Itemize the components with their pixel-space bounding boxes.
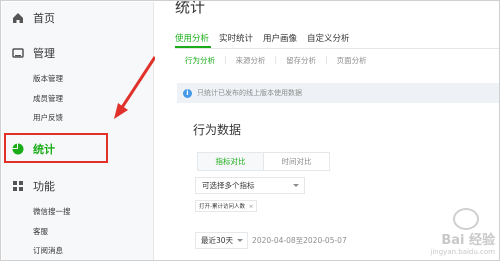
tab-custom-analysis[interactable]: 自定义分析 <box>307 32 350 44</box>
metric-select-placeholder: 可选择多个指标 <box>202 181 255 190</box>
sidebar-item-subscribe[interactable]: 订阅消息 <box>33 245 63 256</box>
subtab-source[interactable]: 来源分析 <box>236 55 275 66</box>
watermark-url: jingyan.baidu.com <box>430 248 495 256</box>
red-arrow-icon <box>114 56 157 119</box>
panel-title: 行为数据 <box>193 123 242 137</box>
chevron-down-icon <box>237 239 244 242</box>
home-icon <box>11 11 25 25</box>
main-content: 统计 使用分析 实时统计 用户画像 自定义分析 行为分析 | 来源分析 | 留存… <box>155 0 499 260</box>
compare-segment: 指标对比 时间对比 <box>197 152 330 171</box>
top-tabs: 使用分析 实时统计 用户画像 自定义分析 <box>175 32 360 44</box>
subtab-separator: | <box>274 55 278 64</box>
chevron-down-icon <box>293 184 299 187</box>
watermark-logo: Bai 经验 <box>441 233 495 248</box>
info-icon: i <box>183 88 192 98</box>
sub-tabs: 行为分析 | 来源分析 | 留存分析 | 页面分析 <box>185 55 376 66</box>
date-range-select-label: 最近30天 <box>201 236 234 245</box>
date-range-select[interactable]: 最近30天 <box>195 232 249 249</box>
metric-select[interactable]: 可选择多个指标 <box>195 177 305 194</box>
subtab-behavior[interactable]: 行为分析 <box>185 55 224 66</box>
notice-bar: i 只统计已发布的线上版本使用数据 <box>177 83 499 103</box>
sidebar-item-features-label: 功能 <box>33 180 55 193</box>
sidebar-item-home-label: 首页 <box>33 12 55 25</box>
metric-chip: 打开-累计访问人数 × <box>195 200 258 212</box>
watermark-bubble-icon <box>453 208 479 230</box>
tabs-divider <box>175 48 499 49</box>
metric-chip-label: 打开-累计访问人数 <box>199 204 245 210</box>
highlight-box <box>4 133 108 163</box>
notice-text: 只统计已发布的线上版本使用数据 <box>197 89 302 97</box>
tab-realtime[interactable]: 实时统计 <box>219 32 253 44</box>
date-row: 最近30天 2020-04-08至2020-05-07 <box>195 232 347 249</box>
tab-user-profile[interactable]: 用户画像 <box>263 32 297 44</box>
sidebar-item-service[interactable]: 客服 <box>33 226 48 237</box>
sidebar-item-wechat-search[interactable]: 微信搜一搜 <box>33 206 71 217</box>
manage-icon <box>11 46 25 60</box>
page-title: 统计 <box>175 0 206 16</box>
subtab-page[interactable]: 页面分析 <box>337 55 376 66</box>
sidebar-item-features[interactable]: 功能 <box>11 178 55 194</box>
sidebar-item-members[interactable]: 成员管理 <box>33 93 63 104</box>
sidebar-item-manage-label: 管理 <box>33 47 55 60</box>
watermark: Bai 经验 jingyan.baidu.com <box>430 229 495 256</box>
sidebar-item-home[interactable]: 首页 <box>11 10 55 26</box>
sidebar-item-version[interactable]: 版本管理 <box>33 73 63 84</box>
tab-usage-analysis[interactable]: 使用分析 <box>175 32 209 44</box>
date-range-text: 2020-04-08至2020-05-07 <box>252 236 347 245</box>
subtab-retention[interactable]: 留存分析 <box>286 55 325 66</box>
sidebar: 首页 管理 版本管理 成员管理 用户反馈 统计 功能 微信搜一搜 客服 订阅消息 <box>2 2 154 260</box>
grid-icon <box>11 179 25 193</box>
sidebar-item-feedback[interactable]: 用户反馈 <box>33 112 63 123</box>
segment-time-compare[interactable]: 时间对比 <box>264 153 329 170</box>
segment-metric-compare[interactable]: 指标对比 <box>198 153 264 170</box>
app-window: 首页 管理 版本管理 成员管理 用户反馈 统计 功能 微信搜一搜 客服 订阅消息 <box>0 0 500 261</box>
subtab-separator: | <box>325 55 328 64</box>
close-icon[interactable]: × <box>249 204 254 210</box>
subtab-separator: | <box>224 55 227 64</box>
sidebar-item-manage[interactable]: 管理 <box>11 45 55 61</box>
